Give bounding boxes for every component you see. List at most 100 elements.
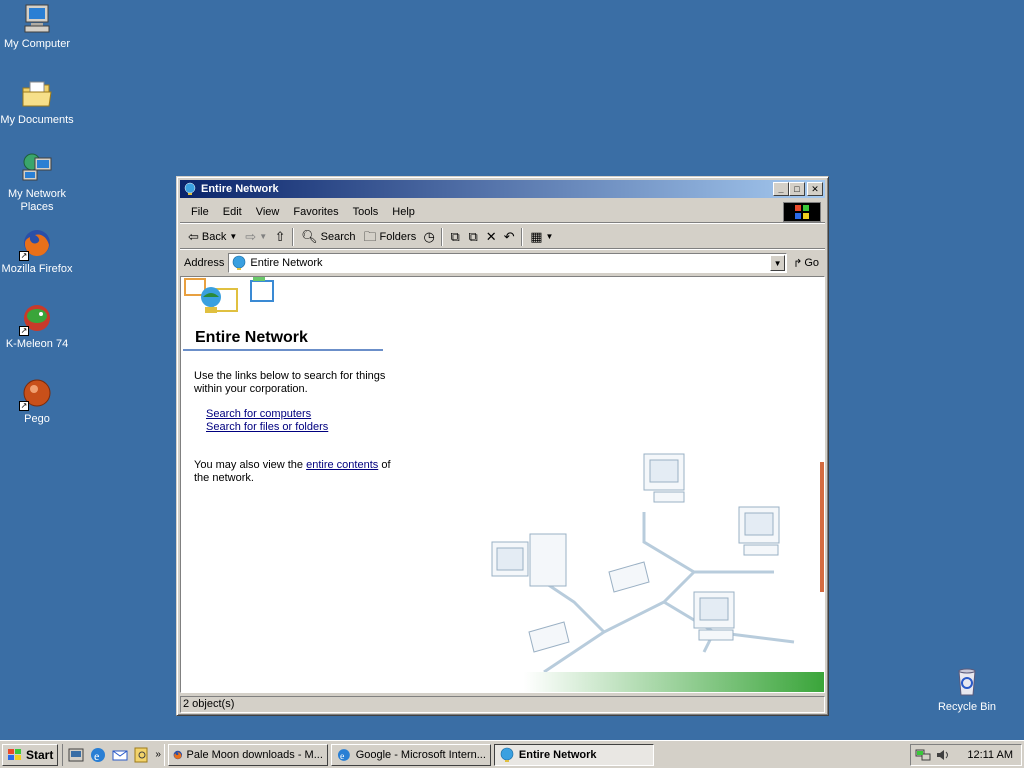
undo-button[interactable]: ↶	[500, 228, 518, 246]
desktop-icon-firefox[interactable]: ↗ Mozilla Firefox	[0, 227, 74, 276]
internet-explorer-icon: e	[337, 748, 350, 761]
move-to-button[interactable]: ⧉	[446, 228, 464, 246]
desktop-icon-kmeleon[interactable]: ↗ K-Meleon 74	[0, 302, 74, 351]
menu-bar: File Edit View Favorites Tools Help	[180, 201, 825, 223]
back-label: Back	[201, 230, 227, 243]
toolbar-separator	[292, 227, 295, 246]
task-label: Pale Moon downloads - M...	[186, 748, 323, 761]
network-places-icon	[21, 152, 53, 184]
task-button-google[interactable]: e Google - Microsoft Intern...	[330, 743, 491, 766]
move-to-icon: ⧉	[450, 228, 460, 244]
search-computers-link[interactable]: Search for computers	[206, 408, 311, 420]
toolbar-separator	[441, 227, 444, 246]
svg-text:e: e	[94, 749, 99, 763]
views-dropdown-icon: ▼	[545, 232, 554, 241]
desktop-icon-label: My Computer	[3, 38, 71, 50]
taskbar: Start e » Pale Moon downloads - M... e G…	[0, 740, 1024, 768]
minimize-button[interactable]: _	[773, 182, 789, 196]
search-button[interactable]: 🔍︎ Search	[297, 226, 359, 248]
up-folder-icon: ⇧	[274, 228, 286, 244]
recycle-bin-icon	[951, 665, 983, 697]
address-label: Address	[184, 257, 225, 269]
entire-contents-text: You may also view the entire contents of…	[194, 459, 394, 485]
folders-button[interactable]: 🗀 Folders	[360, 226, 421, 248]
desktop-icon-label: K-Meleon 74	[5, 338, 69, 350]
copy-to-button[interactable]: ⧉	[464, 228, 482, 246]
up-folder-button[interactable]: ⇧	[271, 228, 289, 246]
forward-arrow-icon: ⇨	[245, 229, 257, 244]
address-input[interactable]: Entire Network ▼	[228, 253, 788, 273]
firefox-icon: ↗	[19, 227, 53, 261]
intro-text: Use the links below to search for things…	[194, 370, 386, 395]
desktop-icon-label: My Documents	[0, 114, 74, 126]
history-button[interactable]: ◷	[420, 228, 438, 246]
shortcut-arrow-icon: ↗	[19, 326, 29, 336]
network-connection-icon[interactable]	[915, 747, 931, 763]
outlook-express-icon[interactable]	[111, 746, 129, 764]
my-documents-icon	[21, 78, 53, 110]
go-button[interactable]: ↱ Go	[787, 257, 825, 270]
explorer-window[interactable]: Entire Network _ □ ✕ File Edit View Favo…	[176, 176, 829, 716]
back-button[interactable]: ⇦ Back ▼	[184, 226, 241, 248]
network-illustration	[491, 453, 824, 692]
shortcut-arrow-icon: ↗	[19, 251, 29, 261]
forward-button[interactable]: ⇨ ▼	[241, 226, 271, 248]
status-bar: 2 object(s)	[180, 695, 825, 713]
search-icon: 🔍︎	[301, 229, 318, 244]
desktop-icon-label: My Network Places	[7, 188, 67, 213]
firefox-icon	[173, 750, 182, 759]
window-title: Entire Network	[201, 183, 279, 195]
desktop-icon-my-documents[interactable]: My Documents	[0, 78, 74, 127]
address-dropdown-button[interactable]: ▼	[770, 255, 786, 271]
desktop-icon-my-computer[interactable]: My Computer	[0, 2, 74, 51]
views-icon: ▦	[530, 229, 543, 244]
task-button-pale-moon[interactable]: Pale Moon downloads - M...	[167, 743, 328, 766]
search-links: Search for computers Search for files or…	[206, 408, 328, 434]
my-computer-icon	[21, 2, 53, 34]
start-button[interactable]: Start	[2, 743, 59, 766]
desktop-icon-network-places[interactable]: My Network Places	[0, 152, 74, 214]
menu-view[interactable]: View	[249, 206, 287, 218]
menu-favorites[interactable]: Favorites	[286, 206, 345, 218]
address-bar: Address Entire Network ▼ ↱ Go	[180, 251, 825, 275]
minimize-icon: _	[778, 183, 784, 194]
windows-flag-icon	[8, 748, 21, 760]
internet-explorer-icon[interactable]: e	[89, 746, 107, 764]
close-button[interactable]: ✕	[807, 182, 823, 196]
content-pane: Entire Network Use the links below to se…	[180, 276, 825, 693]
maximize-button[interactable]: □	[789, 182, 805, 196]
clock[interactable]: 12:11 AM	[967, 749, 1013, 761]
quick-launch-more-icon[interactable]: »	[155, 749, 161, 760]
show-desktop-icon[interactable]	[67, 746, 85, 764]
menu-tools[interactable]: Tools	[346, 206, 386, 218]
svg-text:e: e	[340, 750, 345, 761]
desktop-icon-pego[interactable]: ↗ Pego	[0, 377, 74, 426]
menu-file[interactable]: File	[184, 206, 216, 218]
shortcut-arrow-icon: ↗	[19, 401, 29, 411]
task-label: Entire Network	[518, 748, 597, 761]
search-app-icon[interactable]	[133, 746, 151, 764]
entire-contents-link[interactable]: entire contents	[306, 459, 378, 471]
start-label: Start	[26, 747, 54, 762]
search-label: Search	[320, 230, 356, 243]
desktop-icon-recycle-bin[interactable]: Recycle Bin	[930, 665, 1004, 714]
maximize-icon: □	[794, 183, 800, 194]
task-button-entire-network[interactable]: Entire Network	[493, 743, 654, 766]
menu-help[interactable]: Help	[385, 206, 422, 218]
task-label: Google - Microsoft Intern...	[355, 748, 486, 761]
folders-icon: 🗀	[363, 229, 377, 244]
go-arrow-icon: ↱	[793, 257, 803, 270]
search-files-link[interactable]: Search for files or folders	[206, 421, 328, 433]
volume-icon[interactable]	[935, 747, 951, 763]
undo-icon: ↶	[503, 228, 515, 244]
delete-button[interactable]: ✕	[482, 228, 500, 246]
views-button[interactable]: ▦ ▼	[526, 226, 557, 248]
address-value: Entire Network	[250, 257, 323, 269]
kmeleon-icon: ↗	[19, 302, 53, 336]
system-tray: 12:11 AM	[910, 744, 1022, 766]
copy-to-icon: ⧉	[468, 228, 478, 244]
back-dropdown-icon: ▼	[229, 232, 238, 241]
title-bar[interactable]: Entire Network _ □ ✕	[180, 180, 825, 198]
desktop-icon-label: Recycle Bin	[937, 701, 997, 713]
menu-edit[interactable]: Edit	[216, 206, 249, 218]
